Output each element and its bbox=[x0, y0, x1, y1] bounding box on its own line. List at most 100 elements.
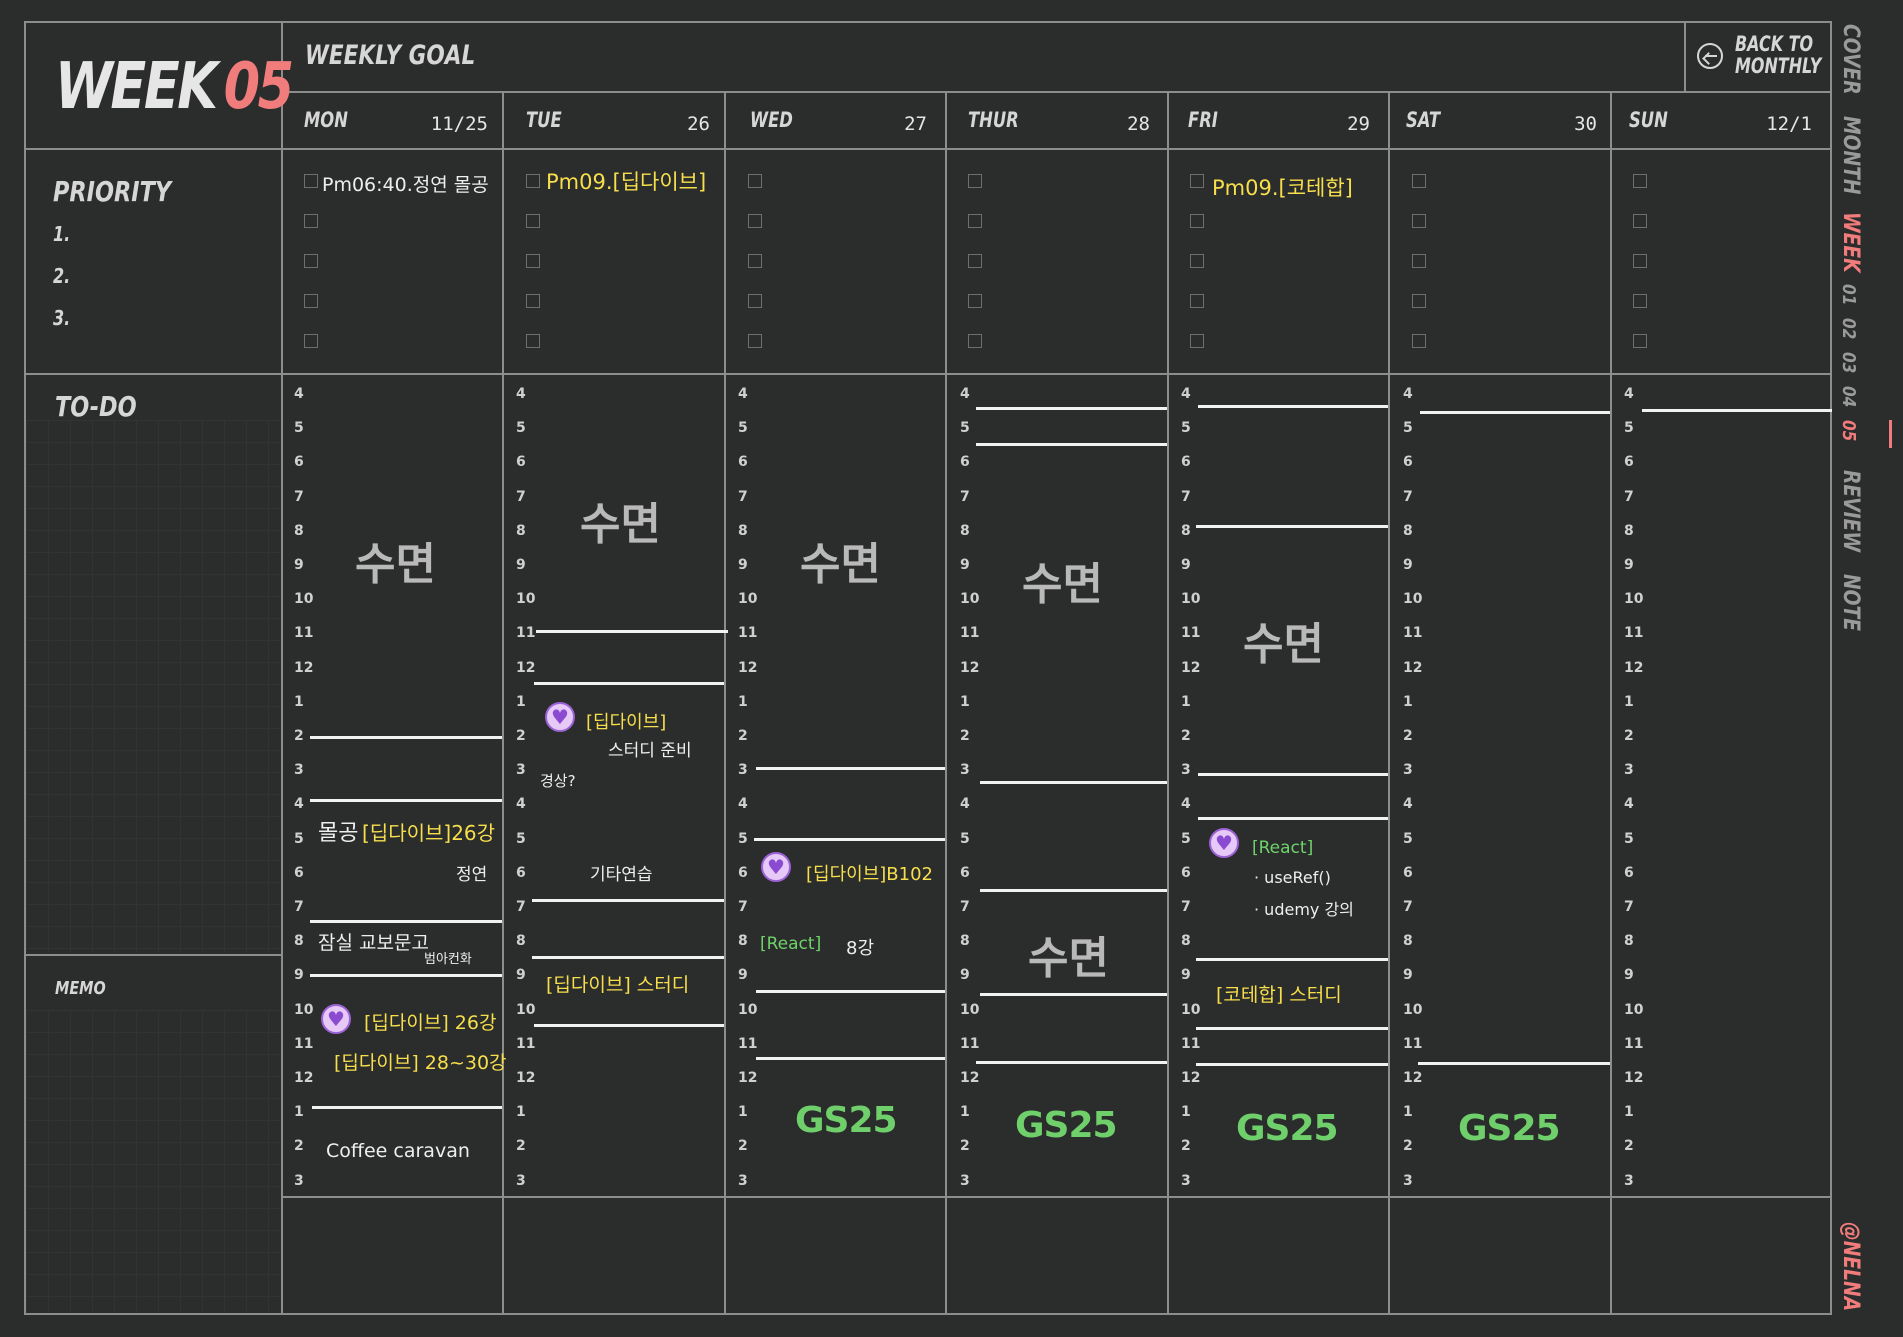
mon-note-a3: 정연 bbox=[456, 865, 488, 885]
hour-label: 4 bbox=[738, 386, 748, 402]
hour-label: 7 bbox=[1181, 488, 1191, 505]
priority-checkbox[interactable] bbox=[968, 214, 982, 228]
priority-checkbox[interactable] bbox=[304, 254, 318, 268]
hour-label: 5 bbox=[738, 420, 748, 437]
divider-priority-bottom bbox=[24, 373, 1832, 375]
time-line bbox=[976, 407, 1167, 410]
tab-week-05[interactable]: 05 bbox=[1838, 420, 1859, 441]
priority-checkbox[interactable] bbox=[304, 174, 318, 188]
priority-checkbox[interactable] bbox=[1633, 334, 1647, 348]
tab-week-02[interactable]: 02 bbox=[1838, 318, 1859, 339]
hour-label: 11 bbox=[516, 625, 536, 642]
priority-checkbox[interactable] bbox=[968, 254, 982, 268]
priority-checkbox[interactable] bbox=[526, 214, 540, 228]
priority-checkbox[interactable] bbox=[1190, 254, 1204, 268]
priority-checkbox[interactable] bbox=[304, 334, 318, 348]
priority-checkbox[interactable] bbox=[968, 294, 982, 308]
priority-checkbox[interactable] bbox=[526, 334, 540, 348]
time-line bbox=[980, 993, 1167, 996]
sleep-label-thur-2: 수면 bbox=[1028, 933, 1109, 984]
hour-label: 7 bbox=[1403, 899, 1413, 915]
priority-checkbox[interactable] bbox=[1190, 174, 1204, 188]
hour-label: 9 bbox=[1624, 557, 1634, 573]
hour-label: 5 bbox=[1181, 830, 1191, 847]
hour-label: 4 bbox=[1403, 386, 1413, 402]
hour-label: 4 bbox=[1624, 386, 1634, 402]
hour-label: 5 bbox=[294, 420, 304, 437]
hour-label: 10 bbox=[1403, 591, 1423, 608]
priority-checkbox[interactable] bbox=[526, 294, 540, 308]
priority-label: PRIORITY bbox=[53, 175, 172, 208]
hour-label: 3 bbox=[738, 1172, 748, 1189]
time-line bbox=[1642, 409, 1832, 412]
tab-week-01[interactable]: 01 bbox=[1838, 284, 1859, 305]
back-label-line2: MONTHLY bbox=[1735, 54, 1822, 78]
hour-label: 3 bbox=[960, 1172, 970, 1189]
priority-checkbox[interactable] bbox=[748, 174, 762, 188]
priority-checkbox[interactable] bbox=[526, 254, 540, 268]
tue-note-a3: 경상? bbox=[540, 772, 576, 790]
hour-label: 2 bbox=[1403, 1138, 1413, 1155]
priority-checkbox[interactable] bbox=[1412, 334, 1426, 348]
hour-label: 10 bbox=[960, 591, 980, 608]
priority-checkbox[interactable] bbox=[1633, 174, 1647, 188]
priority-checkbox[interactable] bbox=[1412, 294, 1426, 308]
hour-label: 4 bbox=[960, 796, 970, 813]
priority-checkbox[interactable] bbox=[304, 294, 318, 308]
back-to-monthly-button[interactable]: BACK TO MONTHLY bbox=[1685, 22, 1831, 92]
hour-label: 9 bbox=[1181, 557, 1191, 573]
hour-label: 5 bbox=[1403, 830, 1413, 847]
priority-checkbox[interactable] bbox=[1190, 294, 1204, 308]
hour-label: 6 bbox=[1403, 454, 1413, 471]
priority-checkbox[interactable] bbox=[304, 214, 318, 228]
priority-checkbox[interactable] bbox=[748, 294, 762, 308]
tab-review[interactable]: REVIEW bbox=[1838, 470, 1863, 552]
heart-icon: ♥ bbox=[1209, 828, 1239, 858]
priority-checkbox[interactable] bbox=[748, 254, 762, 268]
divider-left-col bbox=[281, 21, 283, 1315]
hour-label: 4 bbox=[1181, 386, 1191, 402]
hour-label: 11 bbox=[1181, 625, 1201, 642]
hour-label: 6 bbox=[1403, 864, 1413, 881]
tab-month[interactable]: MONTH bbox=[1838, 116, 1863, 195]
priority-checkbox[interactable] bbox=[1412, 214, 1426, 228]
priority-checkbox[interactable] bbox=[968, 334, 982, 348]
tab-week-04[interactable]: 04 bbox=[1838, 386, 1859, 407]
hour-label: 1 bbox=[1181, 1104, 1191, 1121]
fri-note-a1: [React] bbox=[1252, 838, 1314, 858]
wed-note-a1: [딥다이브]B102 bbox=[806, 864, 933, 885]
tab-week-03[interactable]: 03 bbox=[1838, 352, 1859, 373]
hour-label: 1 bbox=[1624, 693, 1634, 710]
priority-checkbox[interactable] bbox=[1633, 214, 1647, 228]
priority-checkbox[interactable] bbox=[1190, 214, 1204, 228]
hour-label: 8 bbox=[1181, 933, 1191, 950]
time-line bbox=[1198, 773, 1388, 776]
hour-label: 12 bbox=[1181, 1070, 1201, 1086]
hour-label: 10 bbox=[294, 1001, 314, 1018]
priority-checkbox[interactable] bbox=[526, 174, 540, 188]
tab-week[interactable]: WEEK bbox=[1838, 212, 1863, 273]
hour-label: 2 bbox=[516, 728, 526, 744]
priority-checkbox[interactable] bbox=[1633, 294, 1647, 308]
hour-label: 9 bbox=[960, 967, 970, 984]
priority-checkbox[interactable] bbox=[1633, 254, 1647, 268]
time-line bbox=[310, 736, 502, 739]
time-line bbox=[1198, 405, 1388, 408]
time-line bbox=[1198, 817, 1388, 820]
hour-label: 2 bbox=[1624, 728, 1634, 744]
tab-note[interactable]: NOTE bbox=[1838, 574, 1863, 631]
time-line bbox=[310, 920, 502, 923]
fri-note-a3: · udemy 강의 bbox=[1254, 900, 1354, 919]
priority-checkbox[interactable] bbox=[748, 334, 762, 348]
hour-label: 8 bbox=[960, 522, 970, 539]
priority-checkbox[interactable] bbox=[748, 214, 762, 228]
priority-checkbox[interactable] bbox=[1412, 254, 1426, 268]
priority-checkbox[interactable] bbox=[1190, 334, 1204, 348]
hour-label: 3 bbox=[294, 762, 304, 779]
hour-label: 9 bbox=[516, 557, 526, 573]
priority-checkbox[interactable] bbox=[1412, 174, 1426, 188]
tue-note-a1: [딥다이브] bbox=[586, 712, 667, 733]
time-line bbox=[310, 799, 502, 802]
priority-checkbox[interactable] bbox=[968, 174, 982, 188]
tab-cover[interactable]: COVER bbox=[1838, 24, 1863, 95]
